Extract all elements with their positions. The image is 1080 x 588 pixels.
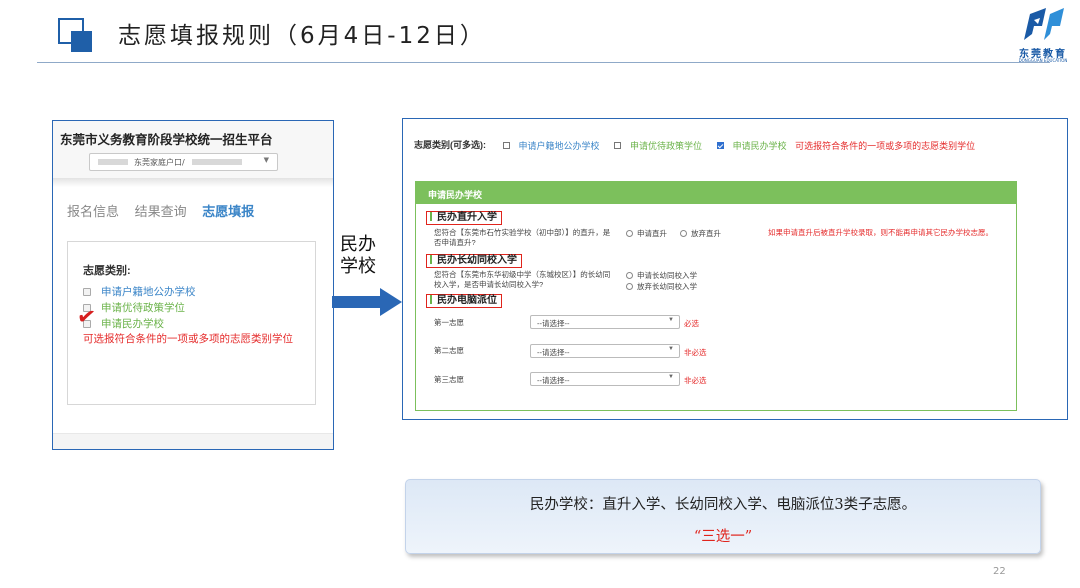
- option-private-school[interactable]: 申请民办学校: [733, 141, 787, 151]
- category-panel: 志愿类别: 申请户籍地公办学校 申请优待政策学位 申请民办学校: [67, 241, 316, 405]
- radio-circle[interactable]: [626, 283, 633, 290]
- category-label: 志愿类别:: [83, 265, 131, 277]
- callout-line-2: “三选一”: [693, 529, 753, 545]
- option-public-school[interactable]: 申请户籍地公办学校: [83, 284, 196, 299]
- select-value: --请选择--: [537, 319, 570, 328]
- checkbox-public-school[interactable]: [502, 142, 510, 150]
- radio-label: 放弃长幼同校入学: [637, 282, 697, 291]
- right-arrow-icon: [332, 288, 402, 316]
- category-note: 可选报符合条件的一项或多项的志愿类别学位: [83, 333, 293, 345]
- section-marker: [430, 212, 432, 221]
- section-sibling-school: 民办长幼同校入学: [426, 254, 522, 268]
- checkbox[interactable]: [83, 287, 91, 296]
- category-row: 志愿类别(可多选): 申请户籍地公办学校 申请优待政策学位 申请民办学校 可选报…: [414, 138, 981, 152]
- sibling-question: 您符合【东莞市东华初级中学（东城校区）】的长幼同校入学，是否申请长幼同校入学?: [434, 270, 611, 289]
- left-tab-bar: 报名信息 结果查询 志愿填报: [67, 201, 266, 220]
- summary-callout: 民办学校：直升入学、长幼同校入学、电脑派位3类子志愿。 “三选一”: [405, 479, 1041, 554]
- section-title: 民办长幼同校入学: [437, 255, 517, 266]
- radio-apply-sibling[interactable]: 申请长幼同校入学: [626, 270, 697, 281]
- tab-preference-filling[interactable]: 志愿填报: [202, 204, 254, 219]
- chevron-down-icon: ▼: [668, 374, 674, 380]
- blurred-text: [192, 159, 242, 165]
- option-label: 申请户籍地公办学校: [101, 286, 196, 298]
- required-note: 必选: [684, 319, 699, 328]
- chevron-down-icon: ▼: [668, 317, 674, 323]
- private-school-label: 民办学校: [340, 234, 376, 277]
- checkbox-private-school[interactable]: [716, 142, 724, 150]
- callout-line-1: 民办学校：直升入学、长幼同校入学、电脑派位3类子志愿。: [529, 497, 917, 513]
- platform-title: 东莞市义务教育阶段学校统一招生平台: [60, 133, 273, 147]
- left-top-bar: 东莞市义务教育阶段学校统一招生平台 东莞家庭户口/ ▼: [53, 121, 333, 179]
- private-school-panel: 申请民办学校 民办直升入学 您符合【东莞市石竹实验学校（初中部）】的直升，是否申…: [415, 181, 1017, 411]
- optional-note: 非必选: [684, 376, 707, 385]
- section-marker: [430, 255, 432, 264]
- red-check-mark-icon: ✔: [75, 303, 98, 332]
- account-select-value: 东莞家庭户口/: [134, 158, 185, 167]
- direct-question: 您符合【东莞市石竹实验学校（初中部）】的直升，是否申请直升?: [434, 228, 611, 247]
- select-value: --请选择--: [537, 348, 570, 357]
- option-label: 申请民办学校: [101, 318, 164, 330]
- select-value: --请选择--: [537, 376, 570, 385]
- header-divider: [37, 62, 1050, 63]
- category-note: 可选报符合条件的一项或多项的志愿类别学位: [795, 141, 976, 152]
- radio-label: 申请直升: [637, 229, 667, 238]
- third-preference-label: 第三志愿: [434, 375, 464, 384]
- option-preferential-policy[interactable]: 申请优待政策学位: [630, 141, 702, 151]
- left-bottom-bar: [53, 433, 333, 449]
- second-preference-label: 第二志愿: [434, 346, 464, 355]
- tab-result-query[interactable]: 结果查询: [135, 204, 187, 219]
- title-square-fill: [71, 31, 92, 52]
- first-preference-label: 第一志愿: [434, 318, 464, 327]
- radio-give-up-direct[interactable]: 放弃直升: [680, 228, 721, 239]
- dongguan-education-logo: 东莞教育 DONGGUAN EDUCATION: [1012, 4, 1074, 66]
- third-preference-select[interactable]: --请选择-- ▼: [530, 372, 680, 386]
- first-preference-select[interactable]: --请选择-- ▼: [530, 315, 680, 329]
- chevron-down-icon: ▼: [263, 156, 269, 164]
- radio-give-up-sibling[interactable]: 放弃长幼同校入学: [626, 281, 697, 292]
- chevron-down-icon: ▼: [668, 346, 674, 352]
- section-title: 民办电脑派位: [437, 295, 497, 306]
- logo-subtitle: DONGGUAN EDUCATION: [1018, 58, 1068, 63]
- option-public-school[interactable]: 申请户籍地公办学校: [519, 141, 600, 151]
- section-marker: [430, 295, 432, 304]
- slide-title: 志愿填报规则（6月4日-12日）: [118, 23, 486, 49]
- option-preferential-policy[interactable]: 申请优待政策学位: [83, 300, 185, 315]
- optional-note: 非必选: [684, 348, 707, 357]
- radio-label: 放弃直升: [691, 229, 721, 238]
- logo-mark-icon: [1024, 8, 1064, 40]
- panel-title: 申请民办学校: [416, 182, 1016, 204]
- account-select[interactable]: 东莞家庭户口/ ▼: [89, 153, 278, 171]
- checkbox-preferential-policy[interactable]: [614, 142, 622, 150]
- top-bar-shadow: [53, 179, 333, 187]
- tab-registration-info[interactable]: 报名信息: [67, 204, 119, 219]
- option-label: 申请优待政策学位: [101, 302, 185, 314]
- radio-label: 申请长幼同校入学: [637, 271, 697, 280]
- second-preference-select[interactable]: --请选择-- ▼: [530, 344, 680, 358]
- direct-warning: 如果申请直升后被直升学校录取，则不能再申请其它民办学校志愿。: [768, 228, 993, 237]
- blurred-text: [98, 159, 128, 165]
- category-label: 志愿类别(可多选):: [414, 140, 486, 150]
- section-title: 民办直升入学: [437, 212, 497, 223]
- right-screenshot: 志愿类别(可多选): 申请户籍地公办学校 申请优待政策学位 申请民办学校 可选报…: [402, 118, 1068, 420]
- left-screenshot: 东莞市义务教育阶段学校统一招生平台 东莞家庭户口/ ▼ 报名信息 结果查询 志愿…: [52, 120, 334, 450]
- radio-circle[interactable]: [626, 272, 633, 279]
- page-number: 22: [993, 566, 1006, 577]
- radio-apply-direct[interactable]: 申请直升: [626, 228, 667, 239]
- section-computer-allocation: 民办电脑派位: [426, 294, 502, 308]
- radio-circle[interactable]: [680, 230, 687, 237]
- section-direct-promotion: 民办直升入学: [426, 211, 502, 225]
- radio-circle[interactable]: [626, 230, 633, 237]
